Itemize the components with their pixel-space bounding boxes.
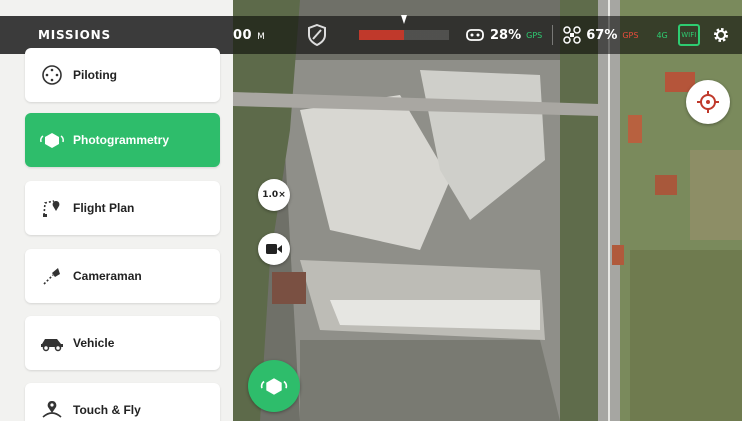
missions-sidebar: MISSIONS Piloting Photogrammetry Flight … [0,0,233,421]
mission-label: Flight Plan [73,201,135,215]
controller-gps: GPS [526,30,543,40]
crosshair-icon [697,91,719,113]
mission-label: Photogrammetry [73,133,170,147]
drone-status: 67% GPS [563,26,638,44]
photogrammetry-icon [39,129,65,151]
mission-label: Vehicle [73,336,115,350]
mission-item-piloting[interactable]: Piloting [25,48,220,102]
mission-item-flight-plan[interactable]: Flight Plan [25,181,220,235]
touch-fly-icon [39,399,65,421]
mission-label: Cameraman [73,269,142,283]
horizon-bar [359,30,449,40]
heading-marker [401,15,407,24]
zoom-label: 1.0× [262,190,286,200]
wifi-indicator[interactable]: WIFI [677,24,700,46]
vehicle-icon [39,332,65,354]
altitude-unit: M [257,31,266,42]
flight-plan-icon [39,197,65,219]
controller-battery: 28% [490,27,522,43]
gear-icon[interactable] [712,26,730,44]
start-photogrammetry-button[interactable] [248,360,300,412]
drone-gps: GPS [622,30,639,40]
geofence-shield-icon[interactable] [307,24,327,46]
controller-icon [466,29,484,41]
photogrammetry-icon [260,378,288,395]
mission-label: Touch & Fly [73,403,141,417]
controller-status: 28% GPS [465,27,542,43]
mission-item-vehicle[interactable]: Vehicle [25,316,220,370]
attitude-indicator [359,15,449,45]
drone-battery: 67% [586,27,618,43]
divider [552,25,554,45]
zoom-button[interactable]: 1.0× [258,179,290,211]
mission-label: Piloting [73,68,117,82]
mission-item-cameraman[interactable]: Cameraman [25,249,220,303]
cameraman-icon [39,265,65,287]
altitude-value: 00 [233,27,253,43]
drone-icon [563,26,581,44]
sidebar-title: MISSIONS [38,28,111,42]
center-on-drone-button[interactable] [686,80,730,124]
status-bar: 00 M 28% GPS 67% GPS 4G WIFI [233,15,742,54]
piloting-icon [39,64,65,86]
network-indicator: 4G [656,30,668,40]
wifi-label: WIFI [681,31,697,39]
video-camera-icon [266,244,282,254]
mission-item-photogrammetry[interactable]: Photogrammetry [25,113,220,167]
mission-item-touch-fly[interactable]: Touch & Fly [25,383,220,421]
altitude-readout: 00 M [233,28,273,43]
record-video-button[interactable] [258,233,290,265]
